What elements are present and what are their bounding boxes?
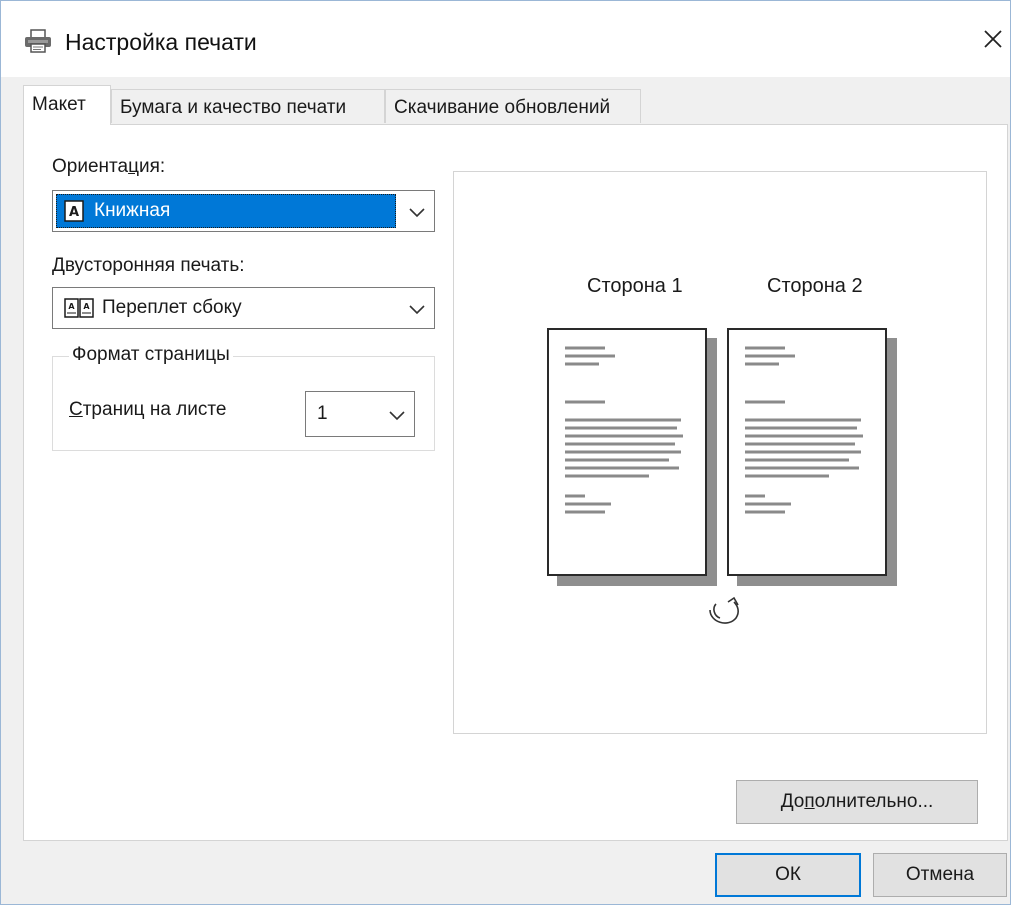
orientation-label: Ориентация: xyxy=(52,156,166,177)
duplex-value: Переплет сбоку xyxy=(102,297,242,318)
advanced-button[interactable]: До п олнительно... xyxy=(736,780,978,824)
tab-layout[interactable]: Макет xyxy=(23,85,111,125)
printer-icon xyxy=(23,29,53,53)
preview-page-side-2 xyxy=(727,328,887,576)
tab-download-updates-label: Скачивание обновлений xyxy=(394,97,611,118)
window-title: Настройка печати xyxy=(65,29,257,55)
page-format-group: Формат страницы Страниц на листе 1 xyxy=(52,344,435,451)
pages-per-sheet-select[interactable]: 1 xyxy=(305,391,415,437)
orientation-value: Книжная xyxy=(94,200,171,221)
side-2-label: Сторона 2 xyxy=(767,275,863,297)
duplex-preview: Сторона 1 Сторона 2 xyxy=(453,171,987,734)
tab-layout-label: Макет xyxy=(32,94,86,115)
close-icon xyxy=(983,29,1003,54)
flip-rotate-icon xyxy=(706,596,746,635)
svg-text:A: A xyxy=(83,302,90,311)
duplex-label: Двусторонняя печать: xyxy=(52,255,245,276)
book-binding-icon: A A xyxy=(64,297,94,319)
preview-page-side-1 xyxy=(547,328,707,576)
page-format-title: Формат страницы xyxy=(69,344,233,366)
chevron-down-icon xyxy=(406,202,428,222)
tab-paper-quality-label: Бумага и качество печати xyxy=(120,97,347,118)
chevron-down-icon xyxy=(386,405,408,425)
pages-per-sheet-value: 1 xyxy=(317,403,328,424)
print-settings-dialog: Настройка печати Макет Бумага и качество… xyxy=(0,0,1011,905)
title-bar[interactable]: Настройка печати xyxy=(1,1,1010,77)
tab-paper-quality[interactable]: Бумага и качество печати xyxy=(111,89,385,123)
pages-per-sheet-label: Страниц на листе xyxy=(69,399,227,420)
side-1-label: Сторона 1 xyxy=(587,275,683,297)
portrait-page-icon: A xyxy=(64,200,84,222)
tab-download-updates[interactable]: Скачивание обновлений xyxy=(385,89,641,123)
close-button[interactable] xyxy=(973,19,1011,63)
cancel-button[interactable]: Отмена xyxy=(873,853,1007,897)
svg-text:A: A xyxy=(68,302,75,311)
pages-per-sheet-selected-value: 1 xyxy=(309,395,378,433)
duplex-selected-value: A A Переплет сбоку xyxy=(56,291,396,325)
duplex-select[interactable]: A A Переплет сбоку xyxy=(52,287,435,329)
chevron-down-icon xyxy=(406,299,428,319)
orientation-select[interactable]: A Книжная xyxy=(52,190,435,232)
ok-button[interactable]: ОК xyxy=(715,853,861,897)
orientation-selected-value: A Книжная xyxy=(56,194,396,228)
svg-text:A: A xyxy=(69,205,79,220)
